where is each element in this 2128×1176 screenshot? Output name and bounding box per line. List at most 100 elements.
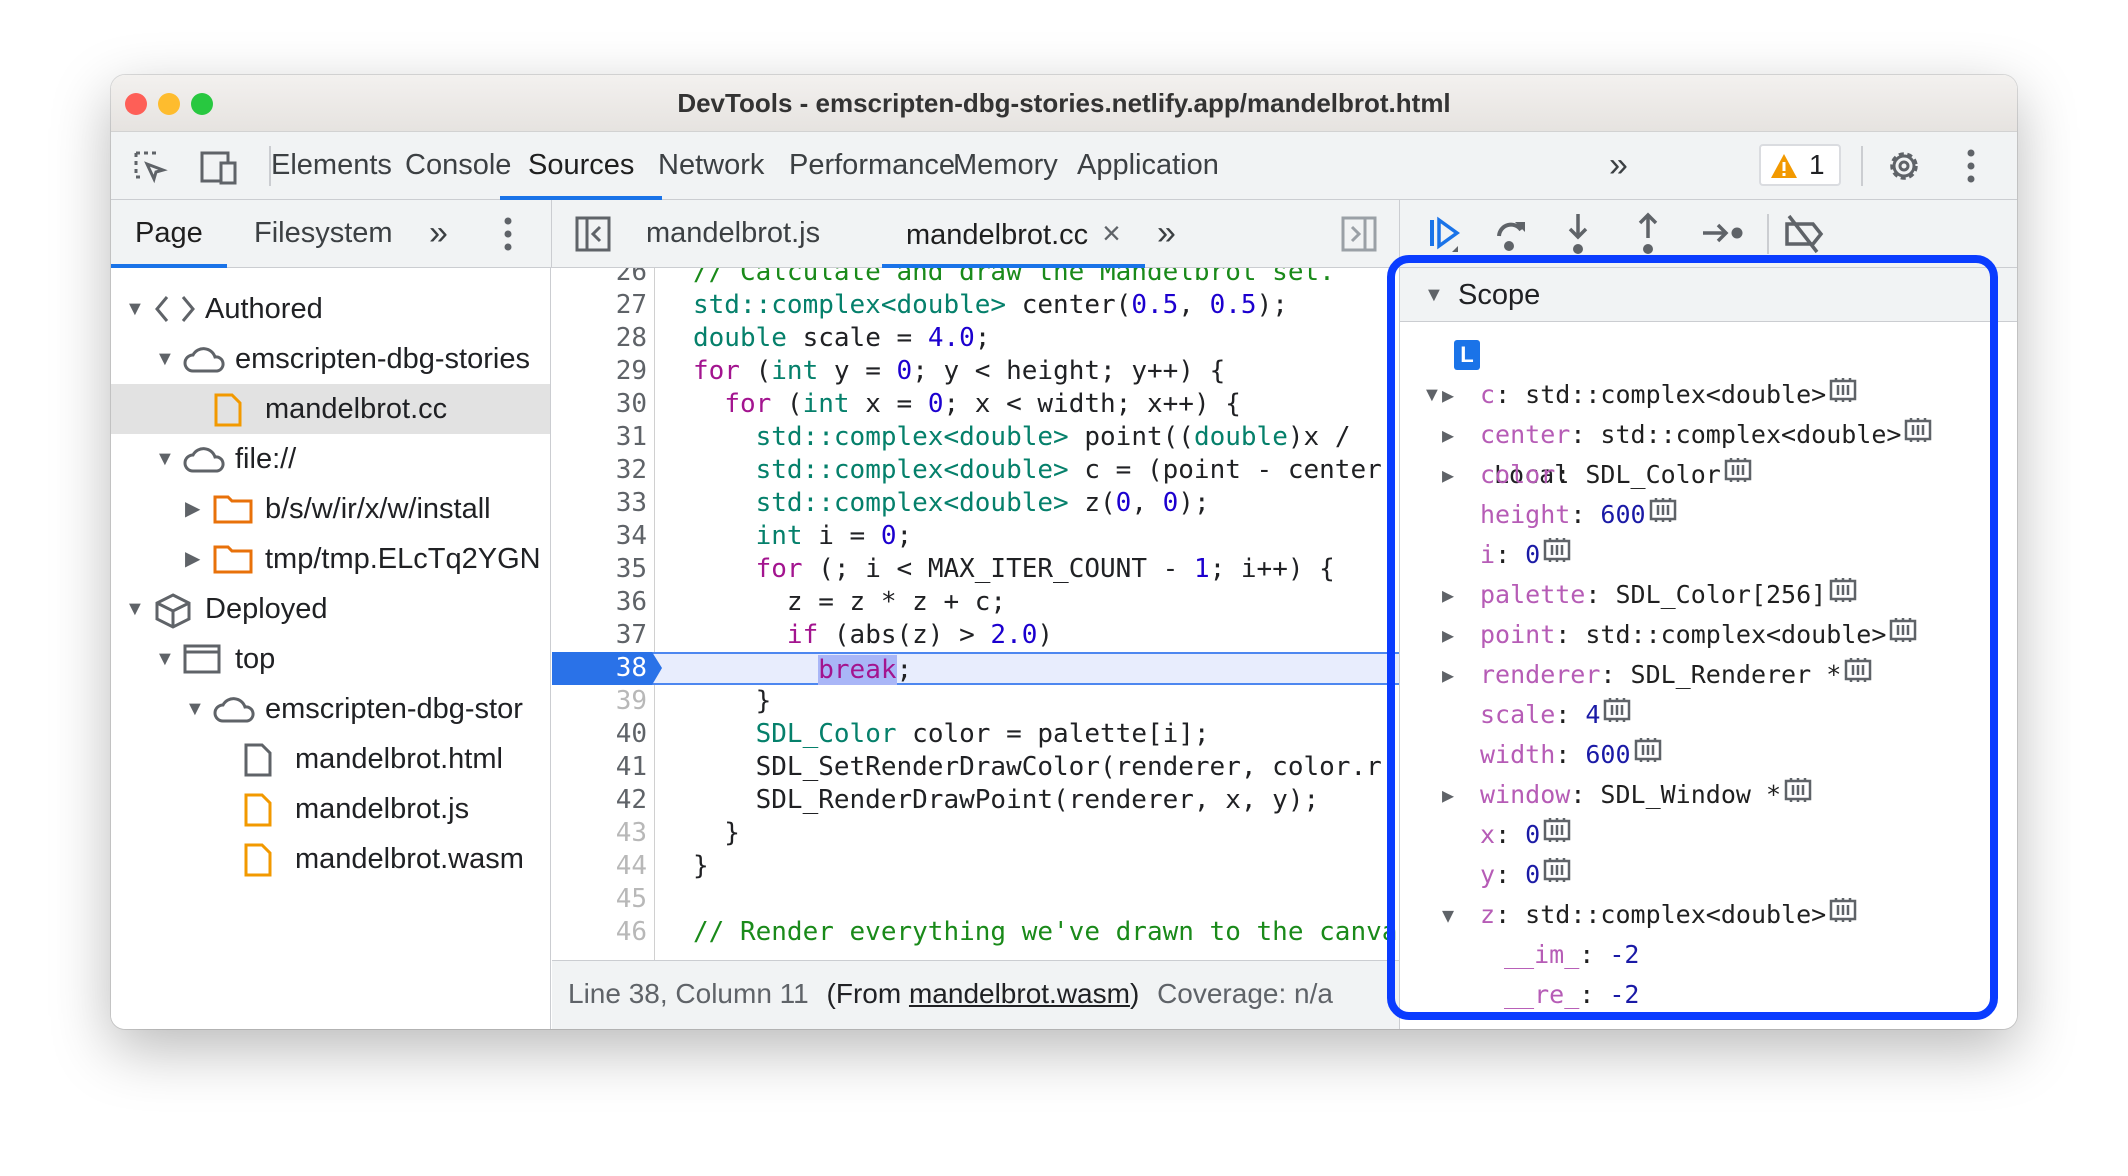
memory-inspector-icon[interactable] bbox=[1843, 656, 1873, 696]
line-number[interactable]: 40 bbox=[552, 718, 647, 751]
expanded-arrow-icon[interactable]: ▼ bbox=[125, 584, 145, 634]
tab-sources[interactable]: Sources bbox=[500, 132, 663, 200]
scope-variable[interactable]: ▶ palette: SDL_Color[256] bbox=[1400, 575, 2017, 615]
scope-variable[interactable]: width: 600 bbox=[1400, 735, 2017, 775]
line-number[interactable]: 37 bbox=[552, 619, 647, 652]
line-number[interactable]: 39 bbox=[552, 685, 647, 718]
line-number[interactable]: 29 bbox=[552, 355, 647, 388]
line-number[interactable]: 46 bbox=[552, 916, 647, 949]
tab-application[interactable]: Application bbox=[1077, 132, 1219, 200]
collapsed-arrow-icon[interactable]: ▶ bbox=[1442, 655, 1454, 695]
memory-inspector-icon[interactable] bbox=[1828, 376, 1858, 416]
collapsed-arrow-icon[interactable]: ▶ bbox=[1442, 575, 1454, 615]
scope-variable[interactable]: ▶ renderer: SDL_Renderer * bbox=[1400, 655, 2017, 695]
scope-section-header[interactable]: ▼ Scope bbox=[1400, 268, 2017, 322]
editor-more-tabs-button[interactable]: » bbox=[1157, 200, 1176, 268]
memory-inspector-icon[interactable] bbox=[1828, 576, 1858, 616]
line-number[interactable]: 31 bbox=[552, 421, 647, 454]
tab-performance[interactable]: Performance bbox=[789, 132, 955, 200]
tree-item[interactable]: ▼ Authored bbox=[111, 284, 550, 334]
memory-inspector-icon[interactable] bbox=[1723, 456, 1753, 496]
inspect-element-icon[interactable] bbox=[133, 150, 169, 186]
maximize-window-button[interactable] bbox=[191, 93, 213, 115]
warnings-badge[interactable]: 1 bbox=[1759, 144, 1841, 186]
breakpoint-line-number[interactable]: 38 bbox=[552, 652, 652, 685]
tree-item[interactable]: ▼ emscripten-dbg-stories bbox=[111, 334, 550, 384]
memory-inspector-icon[interactable] bbox=[1542, 816, 1572, 856]
scope-variable[interactable]: __im_: -2 bbox=[1400, 935, 2017, 975]
memory-inspector-icon[interactable] bbox=[1648, 496, 1678, 536]
tree-item[interactable]: mandelbrot.wasm bbox=[111, 834, 550, 884]
more-tabs-button[interactable]: » bbox=[1609, 132, 1628, 200]
tree-item[interactable]: ▼ emscripten-dbg-stor bbox=[111, 684, 550, 734]
toggle-navigator-icon[interactable] bbox=[575, 216, 611, 252]
expanded-arrow-icon[interactable]: ▼ bbox=[155, 634, 175, 684]
scope-variable[interactable]: x: 0 bbox=[1400, 815, 2017, 855]
tree-item[interactable]: ▼ top bbox=[111, 634, 550, 684]
tab-elements[interactable]: Elements bbox=[271, 132, 392, 200]
settings-gear-icon[interactable] bbox=[1884, 146, 1924, 186]
line-number[interactable]: 28 bbox=[552, 322, 647, 355]
collapsed-arrow-icon[interactable]: ▶ bbox=[185, 534, 200, 584]
scope-variable[interactable]: ▶ point: std::complex<double> bbox=[1400, 615, 2017, 655]
expanded-arrow-icon[interactable]: ▼ bbox=[155, 434, 175, 484]
line-number[interactable]: 26 bbox=[552, 268, 647, 289]
scope-variable[interactable]: height: 600 bbox=[1400, 495, 2017, 535]
code-editor[interactable]: 26 // Calculate and draw the Mandelbrot s… bbox=[552, 268, 1399, 960]
navigator-more-tabs-button[interactable]: » bbox=[429, 200, 448, 268]
tab-console[interactable]: Console bbox=[405, 132, 511, 200]
more-options-icon[interactable] bbox=[1966, 148, 1976, 184]
navigator-menu-icon[interactable] bbox=[503, 216, 513, 252]
memory-inspector-icon[interactable] bbox=[1828, 896, 1858, 936]
step-out-icon[interactable] bbox=[1633, 212, 1663, 256]
scope-variable[interactable]: ▶ center: std::complex<double> bbox=[1400, 415, 2017, 455]
close-tab-icon[interactable]: × bbox=[1102, 215, 1121, 251]
line-number[interactable]: 30 bbox=[552, 388, 647, 421]
editor-tab-mandelbrot-js[interactable]: mandelbrot.js bbox=[646, 200, 820, 268]
expanded-arrow-icon[interactable]: ▼ bbox=[125, 284, 145, 334]
expanded-arrow-icon[interactable]: ▼ bbox=[155, 334, 175, 384]
tree-item[interactable]: mandelbrot.cc bbox=[111, 384, 550, 434]
tab-network[interactable]: Network bbox=[658, 132, 764, 200]
line-number[interactable]: 42 bbox=[552, 784, 647, 817]
line-number[interactable]: 41 bbox=[552, 751, 647, 784]
memory-inspector-icon[interactable] bbox=[1903, 416, 1933, 456]
toggle-debugger-icon[interactable] bbox=[1341, 216, 1377, 252]
deactivate-breakpoints-icon[interactable] bbox=[1783, 214, 1827, 254]
step-into-icon[interactable] bbox=[1563, 212, 1593, 256]
line-number[interactable]: 36 bbox=[552, 586, 647, 619]
line-number[interactable]: 27 bbox=[552, 289, 647, 322]
step-over-icon[interactable] bbox=[1493, 214, 1533, 254]
minimize-window-button[interactable] bbox=[158, 93, 180, 115]
tree-item[interactable]: ▶ tmp/tmp.ELcTq2YGN bbox=[111, 534, 550, 584]
source-file-link[interactable]: mandelbrot.wasm bbox=[909, 978, 1130, 1009]
memory-inspector-icon[interactable] bbox=[1542, 536, 1572, 576]
line-number[interactable]: 33 bbox=[552, 487, 647, 520]
scope-variable[interactable]: ▶ window: SDL_Window * bbox=[1400, 775, 2017, 815]
tab-memory[interactable]: Memory bbox=[953, 132, 1058, 200]
scope-variable[interactable]: y: 0 bbox=[1400, 855, 2017, 895]
line-number[interactable]: 34 bbox=[552, 520, 647, 553]
line-number[interactable]: 35 bbox=[552, 553, 647, 586]
memory-inspector-icon[interactable] bbox=[1602, 696, 1632, 736]
tree-item[interactable]: ▼ Deployed bbox=[111, 584, 550, 634]
close-window-button[interactable] bbox=[125, 93, 147, 115]
tree-item[interactable]: mandelbrot.js bbox=[111, 784, 550, 834]
step-icon[interactable] bbox=[1701, 218, 1745, 248]
tree-item[interactable]: ▼ file:// bbox=[111, 434, 550, 484]
memory-inspector-icon[interactable] bbox=[1783, 776, 1813, 816]
scope-variable[interactable]: ▶ color: SDL_Color bbox=[1400, 455, 2017, 495]
expanded-arrow-icon[interactable]: ▼ bbox=[1442, 895, 1454, 935]
scope-variable[interactable]: i: 0 bbox=[1400, 535, 2017, 575]
collapsed-arrow-icon[interactable]: ▶ bbox=[1442, 615, 1454, 655]
collapsed-arrow-icon[interactable]: ▶ bbox=[1442, 375, 1454, 415]
expanded-arrow-icon[interactable]: ▼ bbox=[185, 684, 205, 734]
device-toolbar-icon[interactable] bbox=[199, 150, 241, 186]
memory-inspector-icon[interactable] bbox=[1542, 856, 1572, 896]
line-number[interactable]: 43 bbox=[552, 817, 647, 850]
collapsed-arrow-icon[interactable]: ▶ bbox=[1442, 775, 1454, 815]
collapsed-arrow-icon[interactable]: ▶ bbox=[1442, 415, 1454, 455]
scope-variable[interactable]: ▼ z: std::complex<double> bbox=[1400, 895, 2017, 935]
line-number[interactable]: 44 bbox=[552, 850, 647, 883]
scope-variable[interactable]: __re_: -2 bbox=[1400, 975, 2017, 1015]
